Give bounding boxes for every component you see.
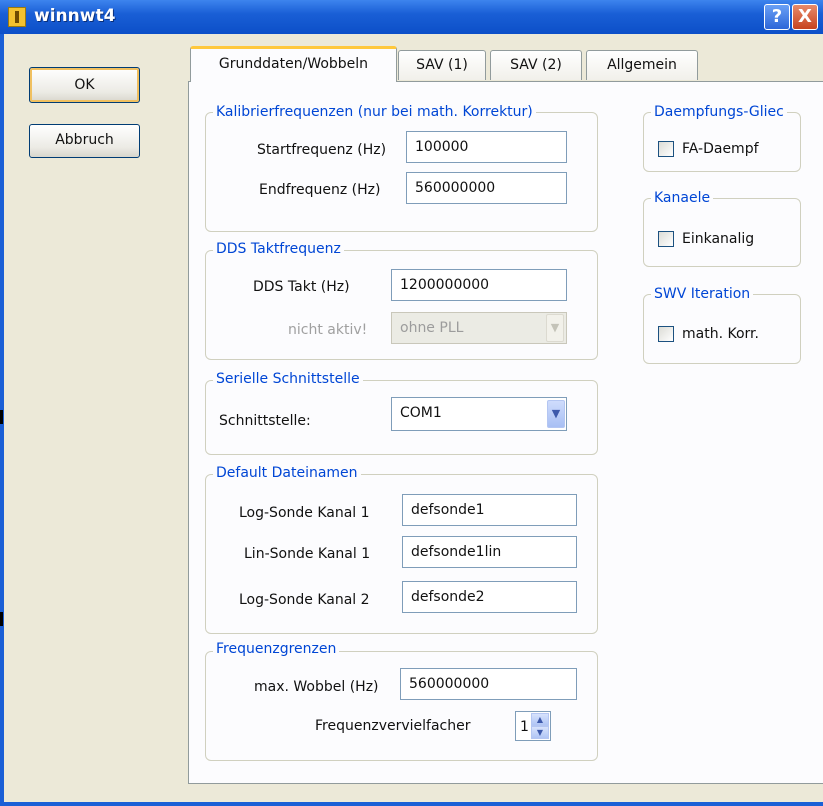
pll-select[interactable]: ohne PLL	[391, 312, 567, 344]
endfrequenz-input[interactable]: 560000000	[406, 172, 567, 204]
cancel-button[interactable]: Abbruch	[29, 124, 140, 158]
log-sonde-1-label: Log-Sonde Kanal 1	[239, 505, 370, 521]
lin-sonde-1-label: Lin-Sonde Kanal 1	[244, 546, 371, 562]
tab-sav-1[interactable]: SAV (1)	[398, 50, 486, 80]
title-bar	[0, 0, 823, 34]
frequenzvervielfacher-value: 1	[520, 719, 529, 735]
schnittstelle-label: Schnittstelle:	[219, 413, 311, 429]
window-footer	[188, 784, 823, 802]
fa-daempf-label: FA-Daempf	[682, 141, 759, 157]
startfrequenz-input[interactable]: 100000	[406, 131, 567, 163]
chevron-down-icon[interactable]: ▼	[546, 314, 564, 342]
edge-artifact	[0, 410, 3, 424]
tab-sav-2[interactable]: SAV (2)	[490, 50, 582, 80]
einkanalig-checkbox[interactable]	[658, 231, 674, 247]
schnittstelle-select[interactable]: COM1	[391, 397, 567, 431]
close-button[interactable]: X	[792, 4, 818, 30]
help-button[interactable]: ?	[764, 4, 790, 30]
tab-grunddaten-wobbeln[interactable]: Grunddaten/Wobbeln	[190, 46, 397, 82]
ok-button[interactable]: OK	[29, 67, 140, 103]
dateinamen-group-title: Default Dateinamen	[213, 464, 361, 482]
swv-group-title: SWV Iteration	[651, 285, 754, 303]
max-wobbel-input[interactable]: 560000000	[400, 668, 577, 700]
max-wobbel-label: max. Wobbel (Hz)	[254, 679, 379, 695]
window-title: winnwt4	[34, 6, 116, 26]
fa-daempf-checkbox[interactable]	[658, 141, 674, 157]
math-korr-label: math. Korr.	[682, 326, 759, 342]
einkanalig-label: Einkanalig	[682, 231, 755, 247]
tab-allgemein[interactable]: Allgemein	[586, 50, 698, 80]
app-icon	[8, 7, 26, 27]
chevron-down-icon[interactable]: ▼	[547, 400, 565, 428]
kalibrier-group-title: Kalibrierfrequenzen (nur bei math. Korre…	[213, 103, 536, 121]
log-sonde-2-input[interactable]: defsonde2	[402, 581, 577, 613]
dds-takt-input[interactable]: 1200000000	[391, 269, 567, 301]
frequenzgrenzen-group-title: Frequenzgrenzen	[213, 640, 340, 658]
log-sonde-2-label: Log-Sonde Kanal 2	[239, 592, 370, 608]
seriell-group-title: Serielle Schnittstelle	[213, 370, 363, 388]
pll-label: nicht aktiv!	[288, 322, 368, 338]
daempfung-group-title: Daempfungs-Gliec	[651, 103, 787, 121]
frequenzvervielfacher-label: Frequenzvervielfacher	[315, 718, 471, 734]
dds-group-title: DDS Taktfrequenz	[213, 240, 344, 258]
startfrequenz-label: Startfrequenz (Hz)	[257, 142, 387, 158]
spin-down-icon[interactable]: ▼	[531, 726, 549, 739]
log-sonde-1-input[interactable]: defsonde1	[402, 494, 577, 526]
dds-takt-label: DDS Takt (Hz)	[253, 279, 350, 295]
kanaele-group-title: Kanaele	[651, 189, 714, 207]
endfrequenz-label: Endfrequenz (Hz)	[259, 182, 381, 198]
window-border-bottom	[0, 802, 823, 806]
math-korr-checkbox[interactable]	[658, 326, 674, 342]
edge-artifact	[0, 612, 3, 626]
spin-up-icon[interactable]: ▲	[531, 713, 549, 726]
lin-sonde-1-input[interactable]: defsonde1lin	[402, 536, 577, 568]
